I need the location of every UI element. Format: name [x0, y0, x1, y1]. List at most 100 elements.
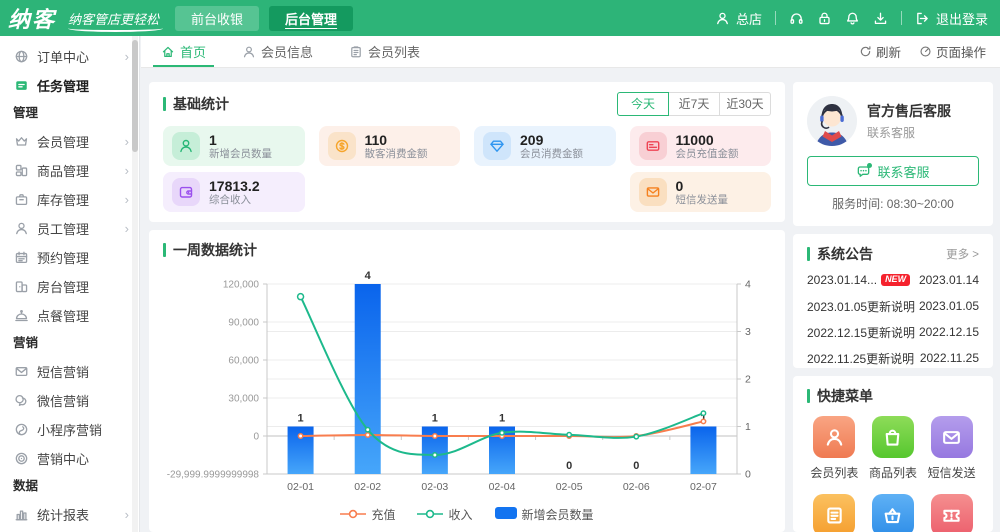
sidebar-item[interactable]: 房台管理: [0, 272, 139, 301]
crown-icon: [14, 134, 29, 149]
announcement-date: 2022.12.15: [919, 325, 979, 339]
legend-item[interactable]: 收入: [417, 506, 472, 523]
chevron-right-icon: ›: [125, 135, 129, 148]
sidebar-item[interactable]: 员工管理›: [0, 214, 139, 243]
globe-icon: [14, 49, 29, 64]
announcement-row[interactable]: 2023.01.14...NEW2023.01.14: [807, 267, 979, 293]
chevron-right-icon: ›: [125, 164, 129, 177]
stat-value: 1: [209, 132, 272, 148]
sidebar-item[interactable]: 订单中心›: [0, 42, 139, 71]
sidebar-item-label: 统计报表: [37, 505, 117, 524]
sidebar-item[interactable]: 微信营销: [0, 386, 139, 415]
announcement-text: 2023.01.05更新说明: [807, 298, 915, 315]
person-icon: [813, 416, 855, 458]
sidebar-item[interactable]: 商品管理 ›: [0, 156, 139, 185]
svg-text:0: 0: [253, 432, 259, 443]
legend-item[interactable]: 充值: [340, 506, 395, 523]
header-nav-button[interactable]: 前台收银: [175, 6, 259, 31]
tab[interactable]: 首页: [161, 36, 206, 67]
diamond-icon: [483, 132, 511, 160]
sidebar-item[interactable]: 会员管理 ›: [0, 127, 139, 156]
task-icon: [14, 78, 29, 93]
legend-item[interactable]: 新增会员数量: [495, 506, 594, 523]
legend-label: 收入: [448, 506, 472, 523]
sidebar-item-label: 库存管理: [37, 190, 117, 209]
sidebar-item[interactable]: 点餐管理: [0, 301, 139, 330]
stat-card-text: 209会员消费金额: [520, 132, 583, 161]
sidebar-item[interactable]: 小程序营销: [0, 415, 139, 444]
store-switcher[interactable]: 总店: [715, 9, 762, 28]
bell-icon[interactable]: [845, 11, 860, 26]
logout-button[interactable]: 退出登录: [915, 9, 988, 28]
clipboard-icon: [349, 45, 363, 59]
svg-text:0: 0: [745, 469, 751, 481]
bag-icon: [872, 416, 914, 458]
announcement-date: 2023.01.14: [919, 273, 979, 287]
page-operations-icon: [919, 45, 932, 58]
wallet-icon: [172, 178, 200, 206]
announcement-title: 2023.01.05更新说明: [807, 298, 915, 315]
announcement-text: 2022.11.25更新说明: [807, 350, 914, 367]
sidebar-item-label: 商品管理: [37, 161, 117, 180]
tab-label: 首页: [180, 42, 206, 61]
download-icon[interactable]: [873, 11, 888, 26]
announcement-title: 2023.01.14...: [807, 273, 877, 287]
quick-menu-item[interactable]: 短信发送: [928, 416, 976, 481]
stat-label: 会员消费金额: [520, 148, 583, 161]
legend-bar-swatch: [495, 507, 517, 522]
announcement-row[interactable]: 2023.01.05更新说明2023.01.05: [807, 293, 979, 319]
sidebar-item[interactable]: 任务管理: [0, 71, 139, 100]
home-icon: [161, 45, 175, 59]
announcements-header: 系统公告 更多 >: [807, 244, 979, 264]
stat-label: 综合收入: [209, 194, 260, 207]
contact-service-label: 联系客服: [877, 162, 929, 181]
quick-menu-item[interactable]: 商城订单: [810, 494, 858, 532]
mail-icon: [14, 364, 29, 379]
service-info: 官方售后客服 联系客服: [807, 96, 979, 146]
card-icon: [639, 132, 667, 160]
quick-menu-title: 快捷菜单: [807, 386, 979, 406]
chevron-right-icon: ›: [125, 193, 129, 206]
announcement-row[interactable]: 2022.12.15更新说明2022.12.15: [807, 319, 979, 345]
sidebar-item[interactable]: 库存管理 ›: [0, 185, 139, 214]
tab[interactable]: 会员列表: [349, 36, 420, 67]
box-icon: [14, 192, 29, 207]
date-range-button[interactable]: 近30天: [719, 92, 771, 116]
svg-text:02-04: 02-04: [489, 481, 516, 493]
sidebar-scrollbar[interactable]: [132, 36, 138, 532]
announcements-list: 2023.01.14...NEW2023.01.142023.01.05更新说明…: [807, 267, 979, 371]
sidebar-item[interactable]: 短信营销: [0, 357, 139, 386]
quick-menu-item[interactable]: 会员列表: [810, 416, 858, 481]
quick-menu-item[interactable]: 优惠券: [931, 494, 973, 532]
user-icon: [715, 11, 730, 26]
lock-icon[interactable]: [817, 11, 832, 26]
logout-label: 退出登录: [936, 9, 988, 28]
contact-service-button[interactable]: 联系客服: [807, 156, 979, 186]
calendar-icon: [14, 250, 29, 265]
stat-card: 209会员消费金额: [474, 126, 616, 166]
tab[interactable]: 会员信息: [242, 36, 313, 67]
sidebar-item-label: 会员管理: [37, 132, 117, 151]
sidebar-item[interactable]: 营销中心: [0, 444, 139, 473]
sidebar-item[interactable]: 统计报表›: [0, 500, 139, 529]
sidebar-item[interactable]: 预约管理: [0, 243, 139, 272]
announcements-title: 系统公告: [807, 244, 873, 264]
quick-menu-panel: 快捷菜单 会员列表商品列表短信发送商城订单商品套餐优惠券: [793, 376, 993, 532]
refresh-button[interactable]: 刷新: [859, 42, 901, 61]
header-nav-button[interactable]: 后台管理: [269, 6, 353, 31]
quick-menu-item[interactable]: 商品列表: [869, 416, 917, 481]
sidebar-item-label: 点餐管理: [37, 306, 131, 325]
date-range-button[interactable]: 今天: [617, 92, 669, 116]
date-range-group: 今天近7天近30天: [617, 92, 771, 116]
chat-icon: [856, 164, 871, 179]
announcement-row[interactable]: 2022.11.25更新说明2022.11.25: [807, 345, 979, 371]
svg-text:02-01: 02-01: [287, 481, 314, 493]
quick-menu-label: 短信发送: [928, 464, 976, 481]
page-operations-button[interactable]: 页面操作: [919, 42, 986, 61]
more-link[interactable]: 更多 >: [946, 246, 979, 262]
service-text: 官方售后客服 联系客服: [867, 101, 951, 141]
date-range-button[interactable]: 近7天: [668, 92, 720, 116]
quick-menu-item[interactable]: 商品套餐: [869, 494, 917, 532]
headset-icon[interactable]: [789, 11, 804, 26]
service-subtitle: 联系客服: [867, 124, 951, 141]
